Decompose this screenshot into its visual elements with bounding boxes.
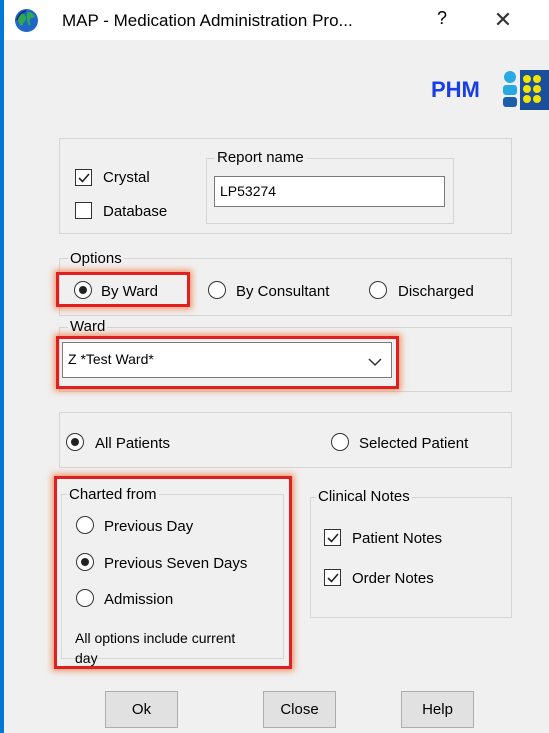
clinical-notes-group [310, 497, 512, 618]
charted-note-line2: day [75, 650, 98, 666]
by-ward-radio[interactable] [74, 281, 92, 299]
admission-label: Admission [104, 591, 174, 608]
ward-select[interactable]: Z *Test Ward* [62, 342, 392, 378]
ok-button[interactable]: Ok [105, 691, 178, 728]
order-notes-checkbox[interactable] [324, 569, 341, 586]
report-name-label: Report name [214, 149, 307, 166]
all-patients-radio[interactable] [66, 433, 84, 451]
by-consultant-label: By Consultant [236, 283, 330, 300]
discharged-radio[interactable] [369, 281, 387, 299]
patient-notes-label: Patient Notes [352, 530, 443, 547]
help-title-button[interactable]: ? [437, 8, 447, 29]
phm-brand-text: PHM [431, 77, 480, 102]
discharged-label: Discharged [398, 283, 474, 300]
ward-value: Z *Test Ward* [68, 351, 154, 367]
close-button[interactable]: Close [263, 691, 336, 728]
clinical-notes-label: Clinical Notes [316, 488, 412, 505]
close-window-button[interactable]: ✕ [486, 6, 520, 34]
crystal-checkbox[interactable] [75, 169, 92, 186]
help-button[interactable]: Help [401, 691, 474, 728]
previous-seven-days-label: Previous Seven Days [104, 555, 248, 572]
order-notes-label: Order Notes [352, 570, 434, 587]
window-left-border [0, 0, 4, 733]
window-title: MAP - Medication Administration Pro... [62, 11, 353, 30]
phm-logo-icon [500, 68, 549, 112]
crystal-label: Crystal [103, 169, 150, 186]
charted-note-line1: All options include current [75, 630, 236, 646]
ward-label: Ward [68, 318, 108, 335]
selected-patient-radio[interactable] [331, 433, 349, 451]
all-patients-label: All Patients [95, 435, 171, 452]
selected-patient-label: Selected Patient [359, 435, 469, 452]
previous-day-radio[interactable] [76, 516, 94, 534]
by-consultant-radio[interactable] [208, 281, 226, 299]
previous-seven-days-radio[interactable] [76, 553, 94, 571]
database-label: Database [103, 203, 168, 220]
options-label: Options [68, 250, 124, 267]
globe-icon [14, 8, 39, 33]
chevron-down-icon[interactable] [368, 354, 382, 371]
patient-notes-checkbox[interactable] [324, 529, 341, 546]
report-name-value: LP53274 [220, 183, 277, 199]
database-checkbox[interactable] [75, 202, 92, 219]
admission-radio[interactable] [76, 589, 94, 607]
charted-from-label: Charted from [67, 486, 159, 503]
previous-day-label: Previous Day [104, 518, 194, 535]
by-ward-label: By Ward [101, 283, 158, 300]
report-name-input[interactable]: LP53274 [214, 176, 445, 207]
